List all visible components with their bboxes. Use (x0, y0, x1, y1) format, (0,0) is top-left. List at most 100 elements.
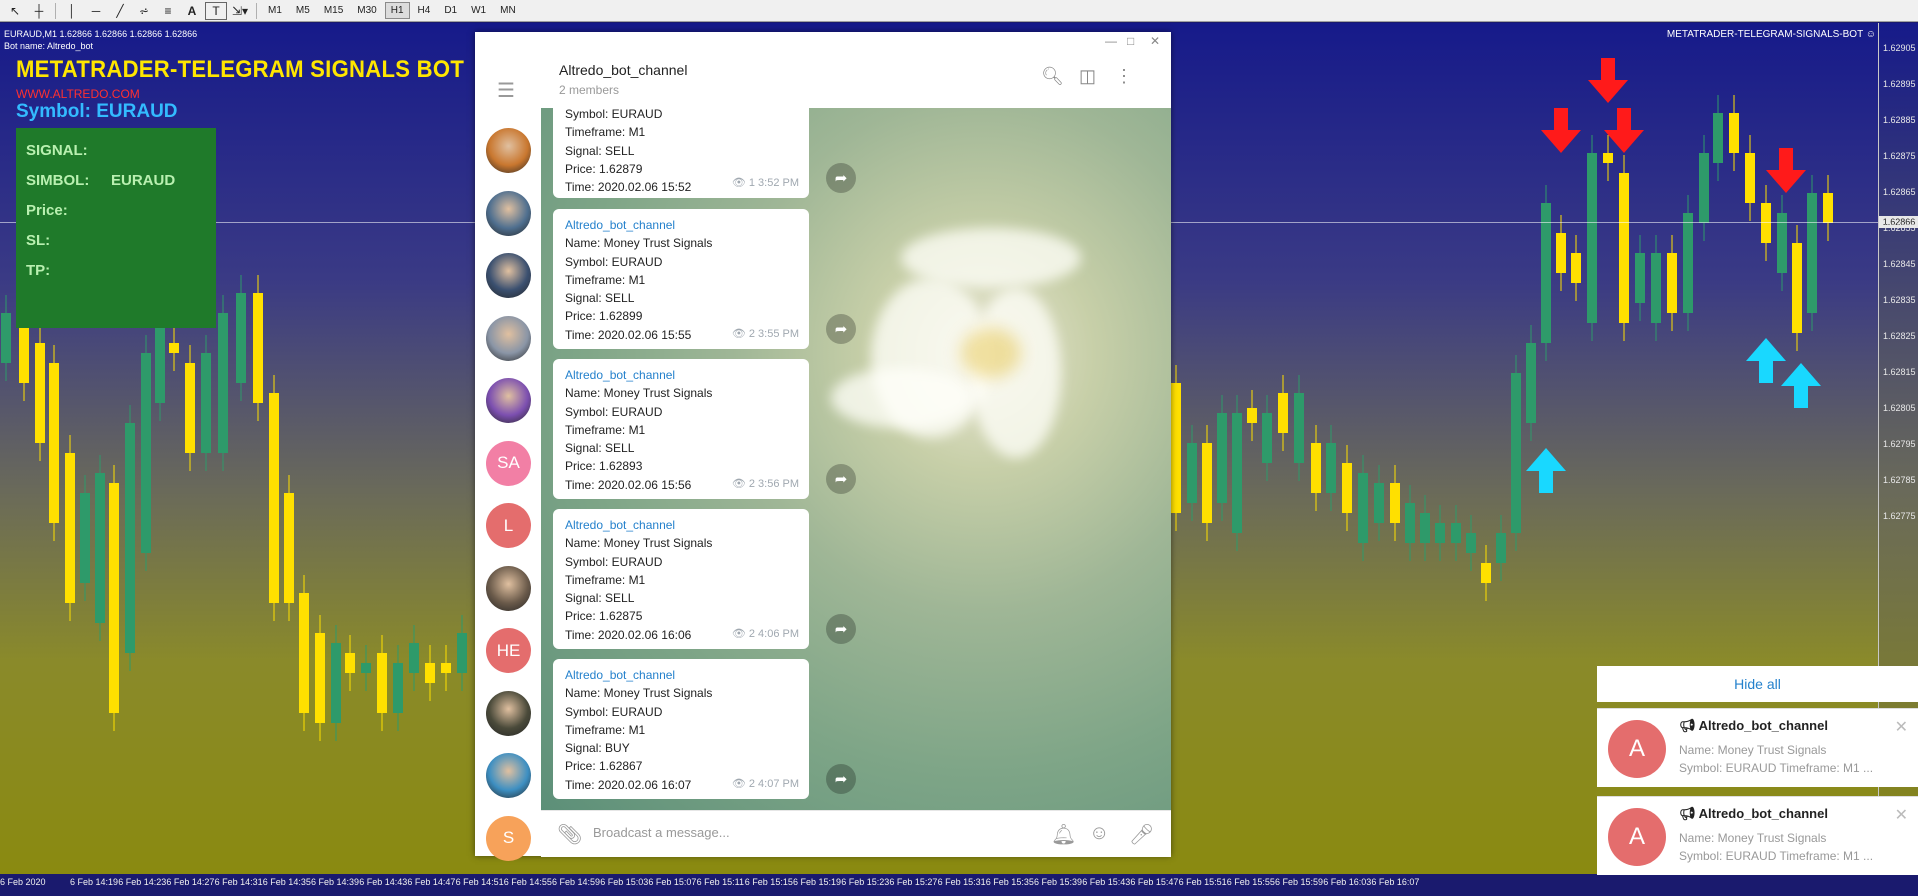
chat-avatar[interactable]: SA (486, 440, 531, 486)
candle-body (1603, 153, 1613, 163)
message-line: Price: 1.62893 (565, 459, 643, 474)
timeframe-w1[interactable]: W1 (465, 2, 492, 19)
share-icon[interactable]: ➦ (826, 163, 856, 193)
message-time: 4:07 PM (758, 777, 799, 790)
candle-body (49, 363, 59, 523)
more-options-icon[interactable]: ⋮ (1115, 66, 1133, 87)
channel-message[interactable]: Altredo_bot_channel Name: Money Trust Sig… (553, 659, 809, 799)
message-author[interactable]: Altredo_bot_channel (565, 216, 797, 234)
share-icon[interactable]: ➦ (826, 614, 856, 644)
microphone-icon[interactable]: 🎤︎ (1129, 822, 1154, 847)
channel-message[interactable]: Symbol: EURAUD Timeframe: M1 Signal: SELL P… (553, 108, 809, 198)
share-icon[interactable]: ➦ (826, 764, 856, 794)
text-icon[interactable]: A (181, 2, 203, 20)
notification-line: Name: Money Trust Signals (1679, 743, 1827, 757)
fibonacci-icon[interactable]: ⩫ (133, 2, 155, 20)
vertical-line-icon[interactable]: │ (61, 2, 83, 20)
chat-avatar[interactable] (486, 190, 531, 236)
arrows-icon[interactable]: ⇲▾ (229, 2, 251, 20)
candle-body (1217, 413, 1227, 503)
notification[interactable]: A 📢︎ Altredo_bot_channel Name: Money Tru… (1597, 796, 1918, 875)
price-tick: 1.62865 (1883, 187, 1916, 197)
timeframe-m5[interactable]: M5 (290, 2, 316, 19)
crosshair-icon[interactable]: ┼ (28, 2, 50, 20)
price-tick: 1.62825 (1883, 331, 1916, 341)
hide-all-button[interactable]: Hide all (1597, 666, 1918, 702)
candle-body (1571, 253, 1581, 283)
bell-icon[interactable]: 🔔︎ (1051, 822, 1076, 847)
candle-body (1745, 153, 1755, 203)
time-tick: 6 Feb 14:51 (455, 877, 504, 887)
search-icon[interactable]: 🔍︎ (1041, 66, 1064, 87)
share-icon[interactable]: ➦ (826, 464, 856, 494)
time-tick: 6 Feb 15:35 (985, 877, 1034, 887)
chat-avatar[interactable] (486, 253, 531, 298)
signal-panel: SIGNAL: SIMBOL: EURAUD Price: SL: TP: (16, 128, 216, 328)
timeframe-m30[interactable]: M30 (351, 2, 382, 19)
close-icon[interactable]: ✕ (1895, 805, 1908, 825)
attach-icon[interactable]: 📎︎ (557, 822, 582, 847)
candle-body (409, 643, 419, 673)
emoji-icon[interactable]: ☺ (1089, 822, 1109, 845)
timeframe-mn[interactable]: MN (494, 2, 522, 19)
time-tick: 6 Feb 14:55 (503, 877, 552, 887)
horizontal-line-icon[interactable]: ─ (85, 2, 107, 20)
sidebar-toggle-icon[interactable]: ◫ (1079, 66, 1096, 87)
timeframe-d1[interactable]: D1 (438, 2, 463, 19)
chat-avatar[interactable]: S (486, 815, 531, 861)
channel-name[interactable]: Altredo_bot_channel (559, 62, 687, 78)
notification[interactable]: A 📢︎ Altredo_bot_channel Name: Money Tru… (1597, 708, 1918, 787)
candle-body (315, 633, 325, 723)
chat-avatar[interactable]: L (486, 503, 531, 548)
message-line: Signal: SELL (565, 291, 635, 306)
candle-body (236, 293, 246, 383)
channel-message[interactable]: Altredo_bot_channel Name: Money Trust Sig… (553, 359, 809, 499)
candle-body (1526, 343, 1536, 423)
channel-message[interactable]: Altredo_bot_channel Name: Money Trust Sig… (553, 209, 809, 349)
candle-body (253, 293, 263, 403)
chat-avatar[interactable] (486, 378, 531, 423)
price-tick: 1.62895 (1883, 79, 1916, 89)
background-flower-petal (831, 368, 971, 428)
close-icon[interactable]: ✕ (1150, 34, 1160, 48)
candle-body (1435, 523, 1445, 543)
candle-body (1187, 443, 1197, 503)
candle-body (1326, 443, 1336, 493)
price-tick: 1.62795 (1883, 439, 1916, 449)
candle-body (125, 423, 135, 653)
candle-body (1635, 253, 1645, 303)
cursor-icon[interactable]: ↖ (4, 2, 26, 20)
buy-arrow-icon (1746, 338, 1786, 383)
chat-avatar[interactable] (486, 128, 531, 173)
close-icon[interactable]: ✕ (1895, 717, 1908, 737)
minimize-icon[interactable]: — (1105, 34, 1117, 48)
text-label-icon[interactable]: T (205, 1, 227, 20)
chat-list-sidebar: ☰ SA L HE S (475, 52, 541, 861)
candle-body (1171, 383, 1181, 513)
time-tick: 6 Feb 14:27 (166, 877, 215, 887)
channel-message[interactable]: Altredo_bot_channel Name: Money Trust Sig… (553, 509, 809, 649)
timeframe-h1[interactable]: H1 (384, 2, 410, 19)
trendline-icon[interactable]: ╱ (109, 2, 131, 20)
message-author[interactable]: Altredo_bot_channel (565, 366, 797, 384)
chat-avatar[interactable] (486, 690, 531, 736)
timeframe-m15[interactable]: M15 (318, 2, 349, 19)
share-icon[interactable]: ➦ (826, 314, 856, 344)
message-author[interactable]: Altredo_bot_channel (565, 666, 797, 684)
chat-messages[interactable]: Symbol: EURAUD Timeframe: M1 Signal: SELL P… (541, 108, 1171, 810)
chat-avatar[interactable] (486, 565, 531, 611)
chat-avatar[interactable] (486, 315, 531, 361)
message-meta: 👁︎ 2 4:06 PM (732, 625, 799, 643)
chat-avatar[interactable] (486, 753, 531, 798)
chat-avatar[interactable]: HE (486, 628, 531, 673)
members-count: 2 members (559, 83, 620, 97)
time-tick: 6 Feb 14:39 (311, 877, 360, 887)
timeframe-m1[interactable]: M1 (262, 2, 288, 19)
timeframe-h4[interactable]: H4 (412, 2, 437, 19)
menu-icon[interactable]: ☰ (497, 78, 515, 103)
candle-body (1587, 153, 1597, 323)
message-author[interactable]: Altredo_bot_channel (565, 516, 797, 534)
channel-icon[interactable]: ≡ (157, 2, 179, 20)
maximize-icon[interactable]: □ (1127, 34, 1134, 48)
message-input[interactable]: Broadcast a message... (593, 825, 730, 840)
